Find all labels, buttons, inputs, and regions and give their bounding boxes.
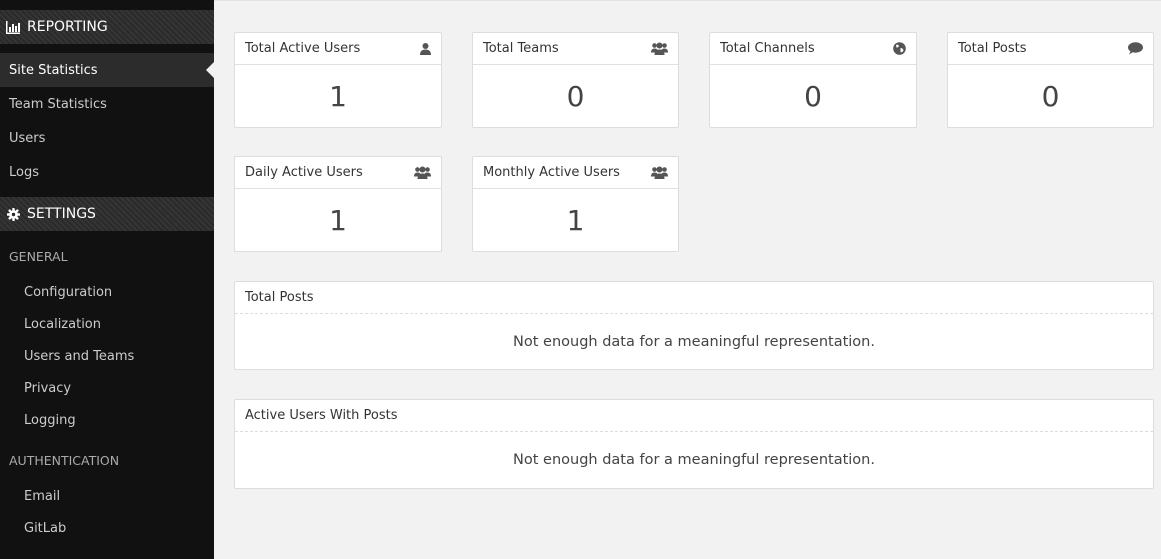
card-title: Total Active Users (245, 41, 361, 56)
sidebar-item-configuration[interactable]: Configuration (0, 278, 214, 306)
monthly-active-users-card: Monthly Active Users 1 (472, 156, 679, 252)
card-value: 0 (1041, 79, 1060, 113)
reporting-header-label: REPORTING (27, 19, 108, 35)
sidebar-item-logs[interactable]: Logs (0, 155, 214, 189)
reporting-header: REPORTING (0, 10, 214, 44)
card-header: Monthly Active Users (473, 157, 678, 189)
sidebar-item-team-statistics[interactable]: Team Statistics (0, 87, 214, 121)
settings-header: SETTINGS (0, 197, 214, 231)
sidebar-item-label: Logging (24, 412, 76, 428)
users-icon (651, 42, 668, 55)
users-icon (414, 166, 431, 179)
sidebar-item-label: Logs (9, 164, 39, 180)
daily-active-users-card: Daily Active Users 1 (234, 156, 442, 252)
bar-chart-icon (5, 20, 21, 34)
authentication-category-label: AUTHENTICATION (9, 452, 120, 468)
card-title: Total Teams (483, 41, 559, 56)
sidebar-item-users[interactable]: Users (0, 121, 214, 155)
general-category-label: GENERAL (9, 248, 68, 264)
total-active-users-card: Total Active Users 1 (234, 32, 442, 128)
comment-icon (1127, 42, 1143, 55)
settings-header-label: SETTINGS (27, 206, 96, 222)
card-title: Monthly Active Users (483, 165, 620, 180)
sidebar-item-label: Localization (24, 316, 101, 332)
card-value: 1 (329, 79, 347, 113)
sidebar-item-label: Site Statistics (9, 62, 98, 78)
empty-chart-message: Not enough data for a meaningful represe… (513, 334, 875, 350)
panel-title: Active Users With Posts (235, 400, 1153, 432)
gear-icon (5, 207, 21, 221)
card-header: Total Posts (948, 33, 1153, 65)
card-title: Total Posts (958, 41, 1027, 56)
total-posts-card: Total Posts 0 (947, 32, 1154, 128)
user-icon (420, 42, 431, 55)
sidebar-item-label: GitLab (24, 520, 67, 536)
card-title: Daily Active Users (245, 165, 363, 180)
sidebar-item-label: Users (9, 130, 46, 146)
sidebar-item-site-statistics[interactable]: Site Statistics (0, 53, 214, 87)
empty-chart-message: Not enough data for a meaningful represe… (513, 452, 875, 468)
sidebar-item-label: Users and Teams (24, 348, 135, 364)
globe-icon (893, 42, 906, 55)
sidebar: REPORTING Site Statistics Team Statistic… (0, 0, 214, 559)
sidebar-item-privacy[interactable]: Privacy (0, 374, 214, 402)
card-header: Total Channels (710, 33, 916, 65)
total-teams-card: Total Teams 0 (472, 32, 679, 128)
sidebar-item-users-and-teams[interactable]: Users and Teams (0, 342, 214, 370)
sidebar-item-label: Privacy (24, 380, 72, 396)
sidebar-item-gitlab[interactable]: GitLab (0, 514, 214, 542)
card-header: Total Active Users (235, 33, 441, 65)
card-header: Total Teams (473, 33, 678, 65)
sidebar-item-label: Email (24, 488, 61, 504)
active-users-with-posts-chart-panel: Active Users With Posts Not enough data … (234, 399, 1154, 489)
total-posts-chart-panel: Total Posts Not enough data for a meanin… (234, 281, 1154, 370)
card-header: Daily Active Users (235, 157, 441, 189)
card-value: 0 (566, 79, 585, 113)
top-divider (214, 0, 1161, 1)
sidebar-item-localization[interactable]: Localization (0, 310, 214, 338)
sidebar-item-label: Configuration (24, 284, 113, 300)
card-value: 0 (804, 79, 822, 113)
panel-title: Total Posts (235, 282, 1153, 314)
users-icon (651, 166, 668, 179)
sidebar-item-label: Team Statistics (9, 96, 107, 112)
sidebar-item-logging[interactable]: Logging (0, 406, 214, 434)
card-value: 1 (566, 203, 585, 237)
card-title: Total Channels (720, 41, 815, 56)
sidebar-item-email[interactable]: Email (0, 482, 214, 510)
card-value: 1 (329, 203, 347, 237)
total-channels-card: Total Channels 0 (709, 32, 917, 128)
